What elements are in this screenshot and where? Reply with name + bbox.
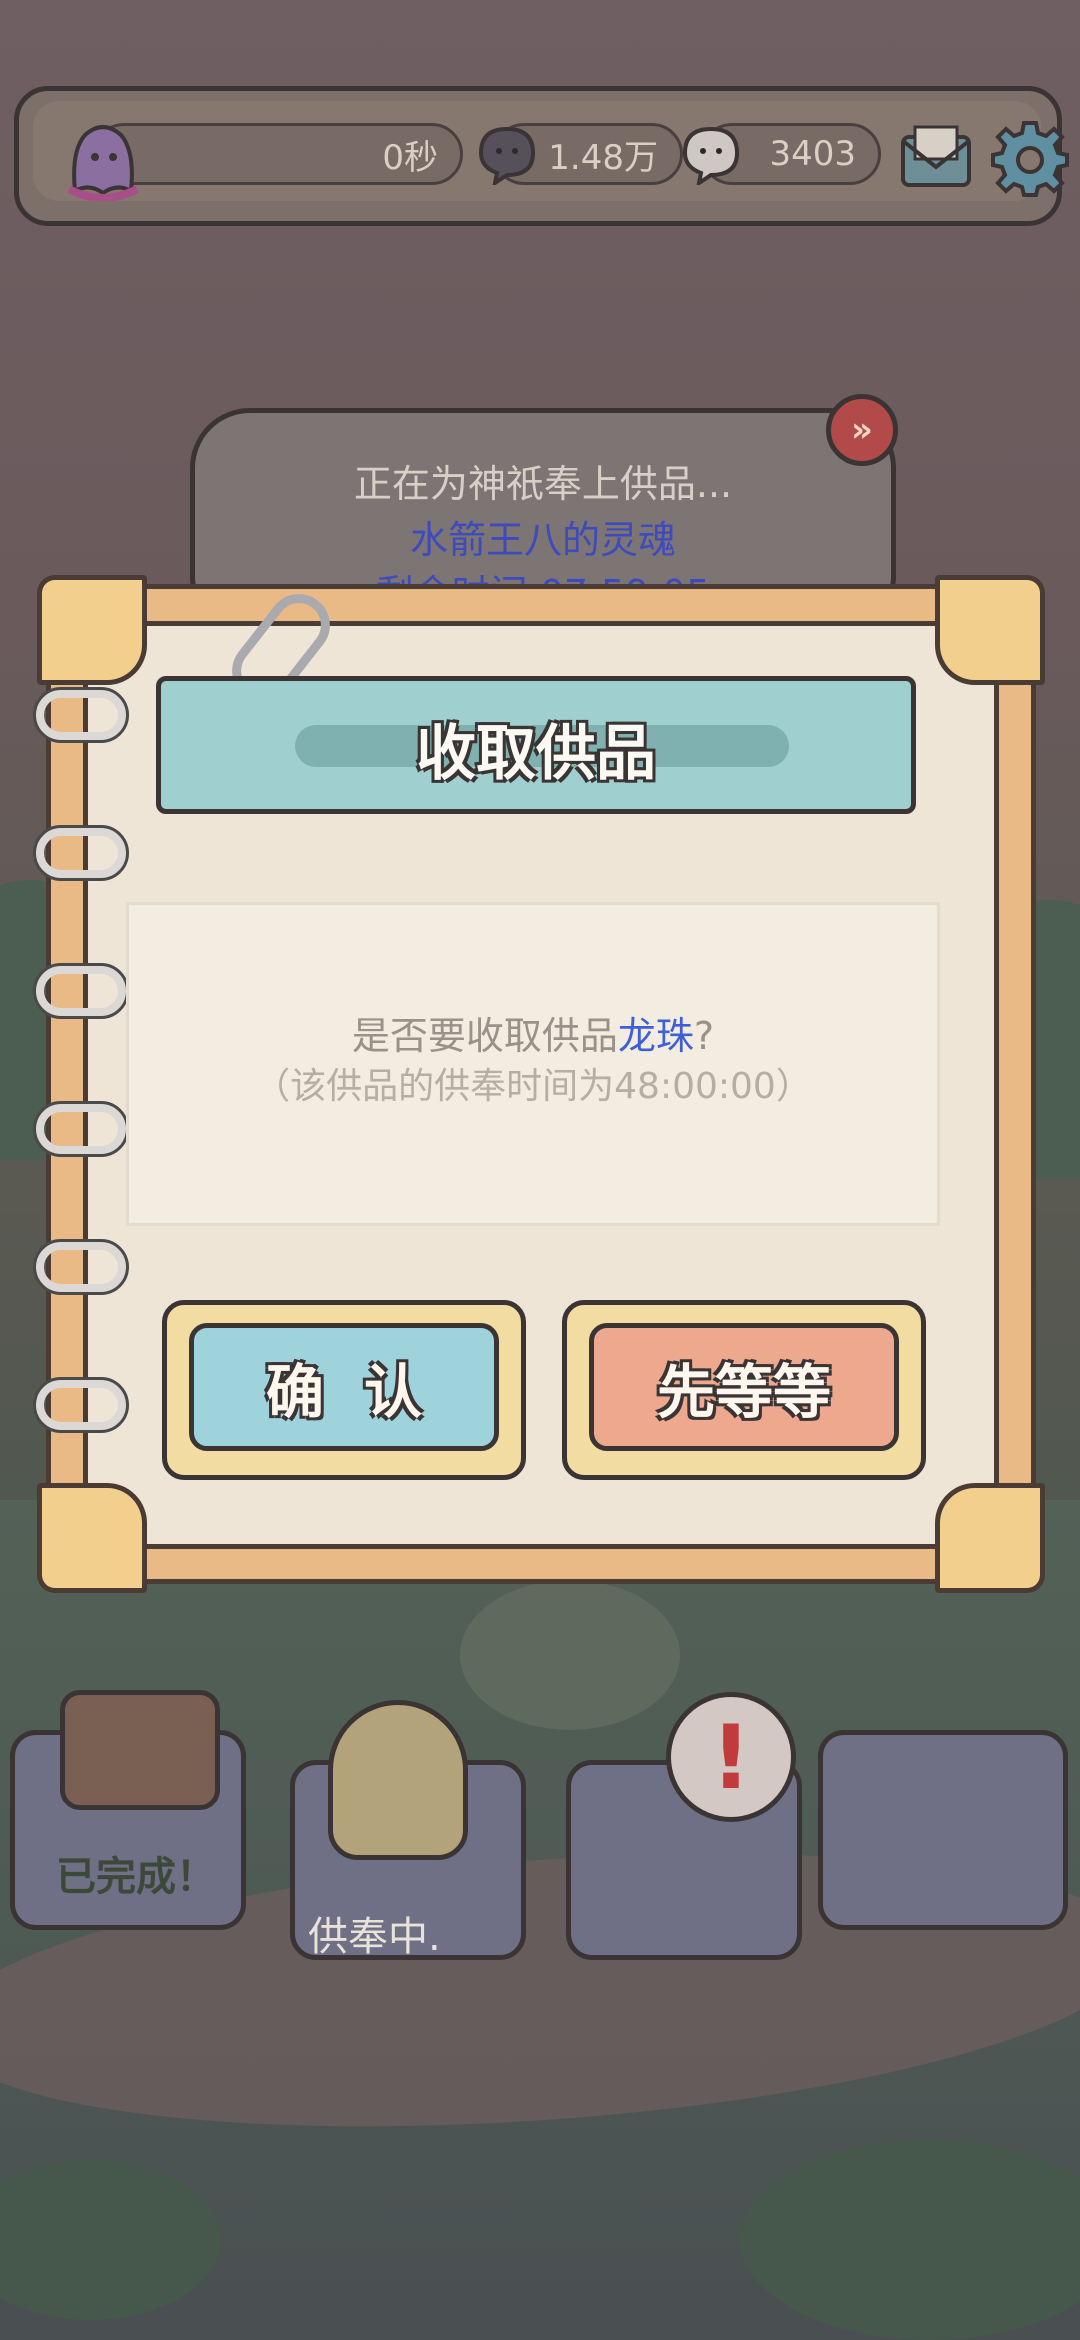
offering-status-text: 正在为神祇奉上供品... <box>353 462 733 506</box>
dialog-title: 收取供品 <box>416 719 656 789</box>
binder-ring <box>33 1377 129 1433</box>
dialog-detail: （该供品的供奉时间为48:00:00） <box>254 1066 812 1107</box>
bush <box>460 1580 680 1730</box>
dialog-corner-bottom-right <box>935 1483 1045 1593</box>
offering-status-bubble: 正在为神祇奉上供品... 水箭王八的灵魂 剩余时间 07:59:05 <box>190 408 896 616</box>
item-name: 龙珠 <box>617 1014 694 1058</box>
offering-name: 水箭王八的灵魂 <box>409 518 676 562</box>
timer-value: 0秒 <box>382 137 438 178</box>
top-status-bar-inner: 0秒 1.48万 3403 <box>33 101 1069 201</box>
dialog-title-banner: 收取供品 <box>156 676 916 814</box>
dark-speech-bubble-icon <box>478 126 536 185</box>
currency2-value: 3403 <box>769 134 856 174</box>
fast-forward-button[interactable]: » <box>826 394 898 466</box>
binder-ring <box>33 963 129 1019</box>
binder-ring <box>33 1239 129 1295</box>
treasure-chest-icon <box>60 1690 220 1810</box>
question-prefix: 是否要收取供品 <box>351 1014 618 1058</box>
wait-button[interactable]: 先等等 <box>562 1300 926 1480</box>
ghost-offering-icon <box>328 1700 468 1860</box>
dialog-corner-bottom-left <box>37 1483 147 1593</box>
dialog-message-panel: 是否要收取供品龙珠? （该供品的供奉时间为48:00:00） <box>126 902 940 1226</box>
confirm-button[interactable]: 确认 <box>162 1300 526 1480</box>
fast-forward-icon: » <box>851 410 873 450</box>
top-status-bar: 0秒 1.48万 3403 <box>14 86 1069 226</box>
confirm-button-label: 确认 <box>189 1323 499 1451</box>
dialog-corner-top-right <box>935 575 1045 685</box>
dialog-question: 是否要收取供品龙珠? <box>129 1005 937 1060</box>
mail-icon[interactable] <box>899 123 973 189</box>
binder-ring <box>33 687 129 743</box>
altar-2-status: 供奉中. <box>308 1914 441 1960</box>
white-speech-bubble-icon <box>682 126 740 185</box>
binder-ring <box>33 825 129 881</box>
dialog-corner-top-left <box>37 575 147 685</box>
wait-button-label: 先等等 <box>589 1323 899 1451</box>
altar-4[interactable] <box>818 1730 1068 1930</box>
gear-icon[interactable] <box>991 119 1069 197</box>
timer-pill: 0秒 <box>93 123 463 185</box>
binder-ring <box>33 1101 129 1157</box>
question-suffix: ? <box>693 1014 715 1058</box>
ghost-avatar-icon[interactable] <box>65 121 141 201</box>
currency1-value: 1.48万 <box>548 137 658 178</box>
exclamation-alert-icon[interactable]: ! <box>666 1692 796 1822</box>
altar-1-status: 已完成！ <box>56 1854 216 1900</box>
